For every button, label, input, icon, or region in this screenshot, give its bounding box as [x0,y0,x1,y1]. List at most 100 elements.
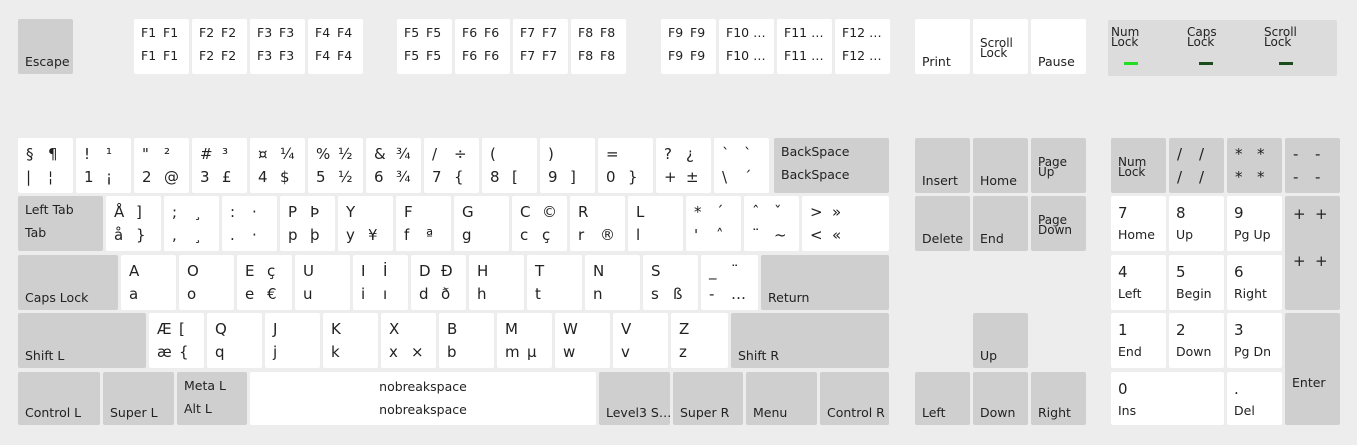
key-f10[interactable]: F10 … F10 … [719,19,774,74]
key-down[interactable]: Down [973,372,1028,425]
key-menu[interactable]: Menu [746,372,817,425]
key-4[interactable]: ¤ ¼ 4 $ [250,138,305,193]
key-l[interactable]: Ll [628,196,683,251]
key-alt[interactable]: Meta L Alt L [177,372,247,425]
key-k[interactable]: Kk [323,313,378,368]
key-i[interactable]: Iİiı [353,255,408,310]
key-level3[interactable]: Level3 S… [599,372,670,425]
key-kp-2[interactable]: 2 Down [1169,313,1224,368]
key-f4[interactable]: F4 F4 F4 F4 [308,19,363,74]
key-kp-multiply[interactable]: * * * * [1227,138,1282,193]
key-num-lock[interactable]: Num Lock [1111,138,1166,193]
key-colon[interactable]: : ·. · [222,196,277,251]
key-aring[interactable]: Å] å} [106,196,161,251]
key-kp-5[interactable]: 5 Begin [1169,255,1224,310]
key-kp-divide[interactable]: / / / / [1169,138,1224,193]
key-super-r[interactable]: Super R [673,372,743,425]
key-kp-4[interactable]: 4 Left [1111,255,1166,310]
key-f5[interactable]: F5 F5 F5 F5 [397,19,452,74]
key-kp-9[interactable]: 9 Pg Up [1227,196,1282,251]
key-t[interactable]: Tt [527,255,582,310]
key-c[interactable]: C © c ç [512,196,567,251]
key-y[interactable]: Yy ¥ [338,196,393,251]
key-semicolon[interactable]: ; ¸, ¸ [164,196,219,251]
key-return[interactable]: Return [761,255,889,310]
key-f8[interactable]: F8 F8 F8 F8 [571,19,626,74]
key-j[interactable]: Jj [265,313,320,368]
key-8[interactable]: (8 [ [482,138,537,193]
key-kp-3[interactable]: 3 Pg Dn [1227,313,1282,368]
key-kp-subtract[interactable]: ---- [1285,138,1340,193]
key-g[interactable]: Gg [454,196,509,251]
key-shift-l[interactable]: Shift L [18,313,146,368]
key-w[interactable]: Ww [555,313,610,368]
key-f7[interactable]: F7 F7 F7 F7 [513,19,568,74]
key-caps-lock[interactable]: Caps Lock [18,255,118,310]
key-kp-8[interactable]: 8 Up [1169,196,1224,251]
key-right[interactable]: Right [1031,372,1086,425]
key-underscore[interactable]: _ ¨ -… [701,255,758,310]
key-backtick[interactable]: ` ` \ ´ [714,138,769,193]
key-n[interactable]: Nn [585,255,640,310]
key-end[interactable]: End [973,196,1028,251]
key-6[interactable]: & ¾ 6 ¾ [366,138,421,193]
key-left[interactable]: Left [915,372,970,425]
key-p[interactable]: PÞpþ [280,196,335,251]
key-insert[interactable]: Insert [915,138,970,193]
key-3[interactable]: # ³ 3 £ [192,138,247,193]
key-m[interactable]: Mmµ [497,313,552,368]
key-page-down[interactable]: Page Down [1031,196,1086,251]
key-7[interactable]: / ÷ 7 { [424,138,479,193]
key-f12[interactable]: F12 … F12 … [835,19,890,74]
key-e[interactable]: Eç e € [237,255,292,310]
key-kp-enter[interactable]: Enter [1285,313,1340,425]
key-b[interactable]: Bb [439,313,494,368]
key-a[interactable]: Aa [121,255,176,310]
key-backspace[interactable]: BackSpace BackSpace [774,138,889,193]
key-question[interactable]: ? ¿ + ± [656,138,711,193]
key-f[interactable]: Ffª [396,196,451,251]
key-f9[interactable]: F9 F9 F9 F9 [661,19,716,74]
key-tab[interactable]: Left Tab Tab [18,196,103,251]
key-v[interactable]: Vv [613,313,668,368]
key-kp-decimal[interactable]: . Del [1227,372,1282,425]
key-control-l[interactable]: Control L [18,372,100,425]
key-f6[interactable]: F6 F6 F6 F6 [455,19,510,74]
key-pause[interactable]: Pause [1031,19,1086,74]
key-escape[interactable]: Escape [18,19,73,74]
key-kp-add[interactable]: + + + + [1285,196,1340,310]
key-space[interactable]: nobreakspace nobreakspace [250,372,596,425]
key-5[interactable]: % ½ 5 ½ [308,138,363,193]
key-u[interactable]: Uu [295,255,350,310]
key-caret[interactable]: ˆ ˇ ¨ ~ [744,196,799,251]
key-super-l[interactable]: Super L [103,372,174,425]
key-r[interactable]: Rr ® [570,196,625,251]
key-asterisk[interactable]: * ´ ' ˄ [686,196,741,251]
key-control-r[interactable]: Control R [820,372,889,425]
key-s[interactable]: Ssß [643,255,698,310]
key-print[interactable]: Print [915,19,970,74]
key-1[interactable]: ! ¹ 1 ¡ [76,138,131,193]
key-0[interactable]: = 0} [598,138,653,193]
key-page-up[interactable]: Page Up [1031,138,1086,193]
key-kp-7[interactable]: 7 Home [1111,196,1166,251]
key-ae[interactable]: Æ [æ { [149,313,204,368]
key-z[interactable]: Zz [671,313,728,368]
key-kp-6[interactable]: 6 Right [1227,255,1282,310]
key-up[interactable]: Up [973,313,1028,368]
key-f2[interactable]: F2 F2 F2 F2 [192,19,247,74]
key-section[interactable]: § ¶ | ¦ [18,138,73,193]
key-scroll-lock[interactable]: Scroll Lock [973,19,1028,74]
key-kp-0[interactable]: 0 Ins [1111,372,1224,425]
key-delete[interactable]: Delete [915,196,970,251]
key-f3[interactable]: F3 F3 F3 F3 [250,19,305,74]
key-o[interactable]: Oo [179,255,234,310]
key-f11[interactable]: F11 … F11 … [777,19,832,74]
key-2[interactable]: " ² 2 @ [134,138,189,193]
key-home[interactable]: Home [973,138,1028,193]
key-d[interactable]: DĐdð [411,255,466,310]
key-f1[interactable]: F1 F1 F1 F1 [134,19,189,74]
key-9[interactable]: ) 9] [540,138,595,193]
key-x[interactable]: Xx × [381,313,436,368]
key-h[interactable]: Hh [469,255,524,310]
